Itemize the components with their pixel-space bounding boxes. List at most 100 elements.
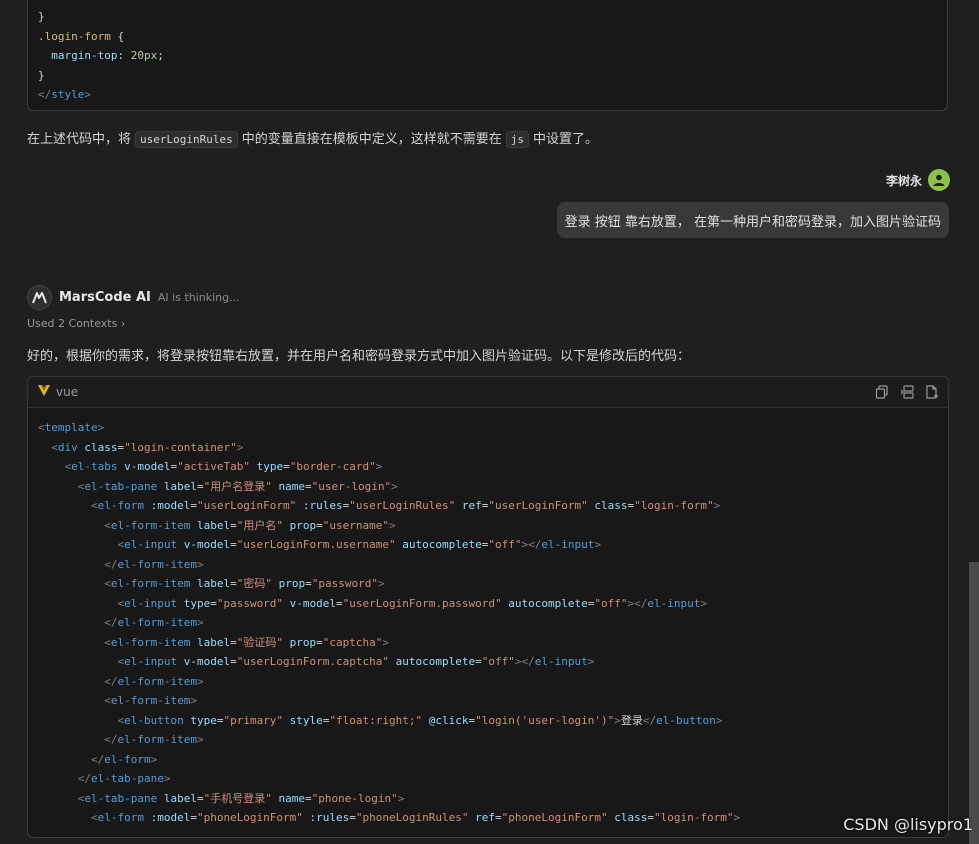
- code-token: >: [84, 88, 91, 101]
- code-token: >: [388, 518, 396, 532]
- code-token: prop: [282, 518, 317, 532]
- code-token: el-input: [647, 596, 701, 610]
- code-token: 登录: [620, 713, 643, 727]
- code-token: :rules: [296, 499, 343, 512]
- code-line: margin-top: 20px;: [38, 46, 164, 66]
- code-token: class: [607, 811, 648, 824]
- code-token: =: [190, 499, 197, 512]
- code-line: <el-form-item>: [38, 691, 938, 711]
- code-token: "userLoginForm": [196, 499, 297, 512]
- code-token: el-tabs: [71, 460, 118, 473]
- code-token: style: [51, 88, 85, 101]
- code-token: </: [38, 733, 118, 746]
- code-token: el-form-item: [117, 674, 197, 688]
- code-token: =: [190, 811, 197, 824]
- code-token: "phone-login": [311, 791, 398, 805]
- code-line: <el-form-item label="验证码" prop="captcha"…: [38, 633, 938, 653]
- code-token: :rules: [302, 811, 350, 824]
- explanation-part: 在上述代码中，将: [27, 132, 132, 147]
- chevron-right-icon: ›: [120, 317, 126, 330]
- code-token: >: [614, 713, 621, 727]
- code-token: v-model: [283, 596, 337, 610]
- code-token: =: [230, 577, 237, 590]
- code-token: .login-form: [38, 29, 111, 43]
- code-token: =: [495, 811, 502, 824]
- code-token: "off": [481, 655, 515, 668]
- code-token: "phoneLoginRules": [355, 811, 469, 824]
- vue-icon: [37, 384, 51, 400]
- insert-icon[interactable]: [900, 385, 914, 399]
- code-token: "userLoginRules": [349, 499, 456, 512]
- code-token: label: [157, 791, 197, 805]
- code-token: @click: [422, 713, 469, 727]
- code-token: <: [38, 655, 125, 668]
- code-token: =: [336, 596, 343, 610]
- code-token: </: [38, 772, 91, 785]
- code-token: el-form-item: [117, 733, 197, 746]
- code-token: el-form-item: [110, 577, 191, 590]
- code-line: <el-input type="password" v-model="userL…: [38, 594, 938, 614]
- ai-name: MarsCode AI: [59, 290, 151, 305]
- code-token: "captcha": [322, 635, 383, 649]
- code-token: el-input: [124, 538, 178, 551]
- scrollbar-thumb[interactable]: [969, 562, 979, 844]
- new-file-icon[interactable]: [925, 385, 939, 399]
- code-token: </: [38, 557, 118, 571]
- code-token: "activeTab": [177, 460, 250, 473]
- code-token: "login-form": [634, 499, 714, 512]
- used-contexts-toggle[interactable]: Used 2 Contexts ›: [27, 317, 125, 330]
- code-token: =: [230, 635, 237, 649]
- code-token: style: [283, 713, 323, 727]
- code-token: el-form-item: [110, 635, 191, 649]
- code-token: el-tab-pane: [84, 791, 158, 805]
- code-token: <: [38, 440, 58, 454]
- code-token: v-model: [177, 655, 231, 668]
- language-label: vue: [56, 385, 79, 399]
- code-token: "border-card": [289, 460, 376, 473]
- code-token: el-form-item: [117, 616, 197, 629]
- code-token: =: [316, 518, 323, 532]
- code-token: "password": [216, 596, 284, 610]
- code-token: >: [715, 713, 723, 727]
- code-line: <el-tabs v-model="activeTab" type="borde…: [38, 457, 938, 477]
- code-token: >: [587, 655, 595, 668]
- user-message-text: 登录 按钮 靠右放置， 在第一种用户和密码登录，加入图片验证码: [564, 214, 941, 230]
- code-token: <: [38, 499, 98, 512]
- code-block: vue <template> <div class="login-contain…: [27, 376, 949, 838]
- code-token: >: [236, 440, 244, 454]
- watermark: CSDN @lisypro1: [843, 815, 973, 834]
- code-token: "userLoginForm.username": [236, 538, 396, 551]
- code-token: <: [38, 421, 45, 434]
- code-token: >: [196, 674, 204, 688]
- code-token: </: [642, 713, 657, 727]
- code-token: class: [587, 499, 628, 512]
- code-token: =: [304, 791, 312, 805]
- code-token: }: [38, 68, 45, 82]
- ai-status: AI is thinking...: [157, 291, 240, 304]
- code-token: >: [713, 499, 721, 512]
- code-token: "password": [311, 577, 378, 590]
- code-token: <: [38, 811, 98, 824]
- code-line: </el-form-item>: [38, 613, 938, 633]
- code-line: <el-tab-pane label="手机号登录" name="phone-l…: [38, 789, 938, 809]
- code-token: "userLoginForm": [488, 499, 588, 512]
- code-token: el-tab-pane: [84, 479, 158, 493]
- code-line: </el-tab-pane>: [38, 769, 938, 789]
- code-token: "login-form": [653, 811, 734, 824]
- code-token: <: [38, 518, 111, 532]
- code-line: <el-input v-model="userLoginForm.captcha…: [38, 652, 938, 672]
- code-token: "float:right;": [329, 713, 423, 727]
- code-token: el-input: [124, 596, 178, 610]
- code-token: type: [177, 596, 211, 610]
- copy-icon[interactable]: [875, 385, 889, 399]
- code-token: }: [38, 10, 45, 23]
- ai-explanation-text: 在上述代码中，将 userLoginRules 中的变量直接在模板中定义，这样就不需…: [27, 128, 598, 148]
- code-token: el-form-item: [110, 694, 191, 707]
- code-token: "用户名": [236, 518, 283, 532]
- code-token: "用户名登录": [203, 479, 272, 493]
- code-token: label: [190, 577, 231, 590]
- code-line: <el-form-item label="密码" prop="password"…: [38, 574, 938, 594]
- code-token: >: [97, 421, 105, 434]
- code-token: label: [190, 518, 231, 532]
- code-token: type: [249, 460, 284, 473]
